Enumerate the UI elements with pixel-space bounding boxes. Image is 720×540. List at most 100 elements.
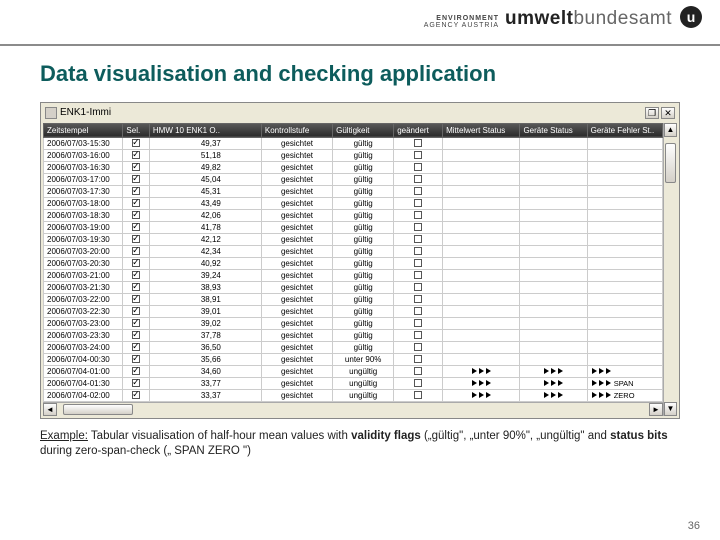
table-cell: gesichtet (261, 185, 332, 197)
table-row[interactable]: 2006/07/04-00:3035,66gesichtetunter 90% (44, 353, 663, 365)
table-row[interactable]: 2006/07/04-02:0033,37gesichtetungültig Z… (44, 389, 663, 401)
column-header[interactable]: Sel. (123, 123, 149, 137)
checkbox-icon[interactable] (414, 283, 422, 291)
scroll-left-icon[interactable]: ◄ (43, 403, 57, 416)
table-row[interactable]: 2006/07/03-19:0041,78gesichtetgültig (44, 221, 663, 233)
checkbox-icon[interactable] (132, 175, 140, 183)
table-row[interactable]: 2006/07/03-23:0039,02gesichtetgültig (44, 317, 663, 329)
close-button[interactable]: ✕ (661, 107, 675, 119)
checkbox-icon[interactable] (132, 391, 140, 399)
vscroll-thumb[interactable] (665, 143, 676, 183)
checkbox-icon[interactable] (414, 343, 422, 351)
table-row[interactable]: 2006/07/03-15:3049,37gesichtetgültig (44, 137, 663, 149)
table-row[interactable]: 2006/07/03-22:3039,01gesichtetgültig (44, 305, 663, 317)
checkbox-icon[interactable] (414, 211, 422, 219)
table-row[interactable]: 2006/07/03-23:3037,78gesichtetgültig (44, 329, 663, 341)
table-cell (587, 221, 662, 233)
checkbox-icon[interactable] (132, 223, 140, 231)
checkbox-icon[interactable] (132, 343, 140, 351)
table-row[interactable]: 2006/07/03-22:0038,91gesichtetgültig (44, 293, 663, 305)
checkbox-icon[interactable] (132, 247, 140, 255)
table-cell: 2006/07/04-01:30 (44, 377, 123, 389)
checkbox-icon[interactable] (132, 199, 140, 207)
table-row[interactable]: 2006/07/03-16:0051,18gesichtetgültig (44, 149, 663, 161)
scroll-up-icon[interactable]: ▲ (664, 123, 677, 137)
table-row[interactable]: 2006/07/03-21:0039,24gesichtetgültig (44, 269, 663, 281)
column-header[interactable]: HMW 10 ENK1 O.. (149, 123, 261, 137)
checkbox-icon[interactable] (132, 367, 140, 375)
table-row[interactable]: 2006/07/03-17:3045,31gesichtetgültig (44, 185, 663, 197)
table-cell (587, 329, 662, 341)
checkbox-icon[interactable] (414, 139, 422, 147)
checkbox-icon[interactable] (414, 199, 422, 207)
checkbox-icon[interactable] (414, 247, 422, 255)
table-row[interactable]: 2006/07/03-20:3040,92gesichtetgültig (44, 257, 663, 269)
table-cell (123, 305, 149, 317)
table-row[interactable]: 2006/07/03-18:0043,49gesichtetgültig (44, 197, 663, 209)
checkbox-icon[interactable] (132, 211, 140, 219)
checkbox-icon[interactable] (414, 223, 422, 231)
column-header[interactable]: Mittelwert Status (443, 123, 520, 137)
column-header[interactable]: geändert (394, 123, 443, 137)
status-arrow-icon (591, 367, 612, 376)
checkbox-icon[interactable] (132, 319, 140, 327)
checkbox-icon[interactable] (414, 151, 422, 159)
checkbox-icon[interactable] (414, 259, 422, 267)
checkbox-icon[interactable] (132, 163, 140, 171)
checkbox-icon[interactable] (414, 235, 422, 243)
checkbox-icon[interactable] (414, 355, 422, 363)
checkbox-icon[interactable] (414, 187, 422, 195)
checkbox-icon[interactable] (414, 319, 422, 327)
table-row[interactable]: 2006/07/04-01:0034,60gesichtetungültig (44, 365, 663, 377)
checkbox-icon[interactable] (132, 379, 140, 387)
table-cell: 39,24 (149, 269, 261, 281)
checkbox-icon[interactable] (414, 163, 422, 171)
table-row[interactable]: 2006/07/03-21:3038,93gesichtetgültig (44, 281, 663, 293)
checkbox-icon[interactable] (414, 295, 422, 303)
checkbox-icon[interactable] (132, 271, 140, 279)
column-header[interactable]: Geräte Fehler St.. (587, 123, 662, 137)
checkbox-icon[interactable] (132, 151, 140, 159)
table-cell (123, 341, 149, 353)
checkbox-icon[interactable] (132, 187, 140, 195)
column-header[interactable]: Geräte Status (520, 123, 587, 137)
checkbox-icon[interactable] (132, 283, 140, 291)
table-cell: gültig (333, 329, 394, 341)
checkbox-icon[interactable] (132, 259, 140, 267)
table-cell (520, 137, 587, 149)
table-cell: gesichtet (261, 329, 332, 341)
scroll-down-icon[interactable]: ▼ (664, 402, 677, 416)
checkbox-icon[interactable] (414, 367, 422, 375)
checkbox-icon[interactable] (414, 271, 422, 279)
table-cell (394, 161, 443, 173)
table-row[interactable]: 2006/07/03-18:3042,06gesichtetgültig (44, 209, 663, 221)
checkbox-icon[interactable] (414, 307, 422, 315)
scroll-right-icon[interactable]: ► (649, 403, 663, 416)
checkbox-icon[interactable] (414, 391, 422, 399)
table-row[interactable]: 2006/07/04-01:3033,77gesichtetungültig S… (44, 377, 663, 389)
vertical-scrollbar[interactable]: ▲ ▼ (663, 123, 677, 416)
column-header[interactable]: Zeitstempel (44, 123, 123, 137)
column-header[interactable]: Kontrollstufe (261, 123, 332, 137)
table-cell (520, 365, 587, 377)
checkbox-icon[interactable] (414, 331, 422, 339)
table-row[interactable]: 2006/07/03-19:3042,12gesichtetgültig (44, 233, 663, 245)
checkbox-icon[interactable] (414, 175, 422, 183)
table-cell (587, 161, 662, 173)
hscroll-thumb[interactable] (63, 404, 133, 415)
horizontal-scrollbar[interactable]: ◄ ► (43, 402, 663, 416)
column-header[interactable]: Gültigkeit (333, 123, 394, 137)
table-row[interactable]: 2006/07/03-20:0042,34gesichtetgültig (44, 245, 663, 257)
table-cell (587, 185, 662, 197)
table-row[interactable]: 2006/07/03-24:0036,50gesichtetgültig (44, 341, 663, 353)
checkbox-icon[interactable] (132, 295, 140, 303)
checkbox-icon[interactable] (414, 379, 422, 387)
checkbox-icon[interactable] (132, 355, 140, 363)
table-row[interactable]: 2006/07/03-17:0045,04gesichtetgültig (44, 173, 663, 185)
table-row[interactable]: 2006/07/03-16:3049,82gesichtetgültig (44, 161, 663, 173)
checkbox-icon[interactable] (132, 331, 140, 339)
checkbox-icon[interactable] (132, 235, 140, 243)
checkbox-icon[interactable] (132, 307, 140, 315)
maximize-button[interactable]: ❐ (645, 107, 659, 119)
checkbox-icon[interactable] (132, 139, 140, 147)
